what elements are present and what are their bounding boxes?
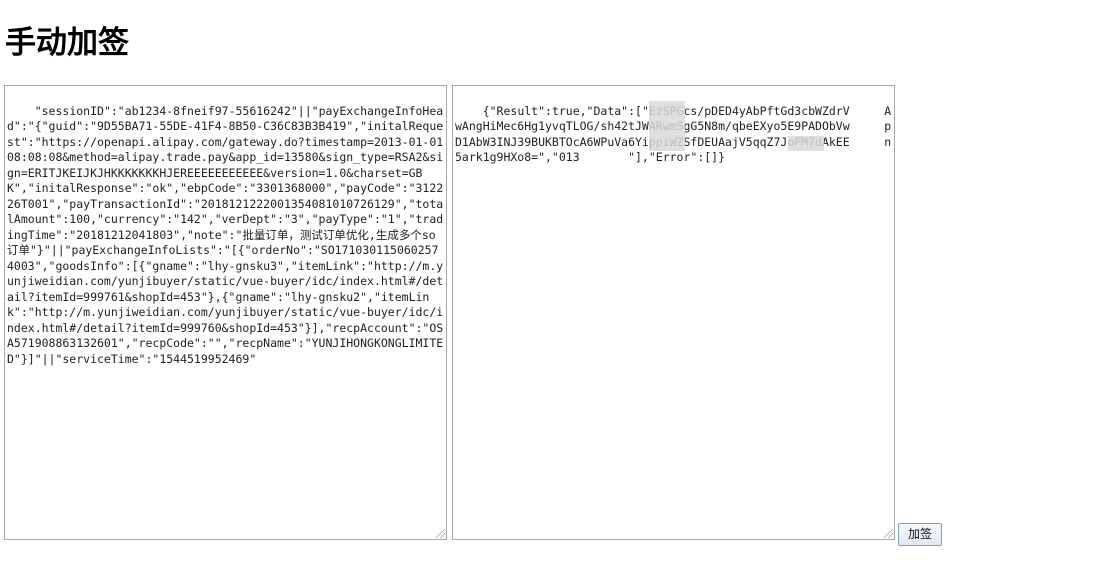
sign-button[interactable]: 加签: [898, 523, 942, 546]
request-text: "sessionID":"ab1234-8fneif97-55616242"||…: [7, 103, 444, 366]
page-title: 手动加签: [5, 25, 129, 61]
redacted-block: [649, 101, 685, 151]
resize-grip-icon[interactable]: [436, 529, 445, 538]
request-textarea[interactable]: "sessionID":"ab1234-8fneif97-55616242"||…: [4, 85, 447, 540]
result-textarea[interactable]: {"Result":true,"Data":["EzSPGcs/pDED4yAb…: [452, 85, 895, 540]
manual-sign-page: 手动加签 "sessionID":"ab1234-8fneif97-556162…: [0, 0, 1104, 579]
resize-grip-icon[interactable]: [884, 529, 893, 538]
redacted-block-2: [788, 136, 824, 151]
